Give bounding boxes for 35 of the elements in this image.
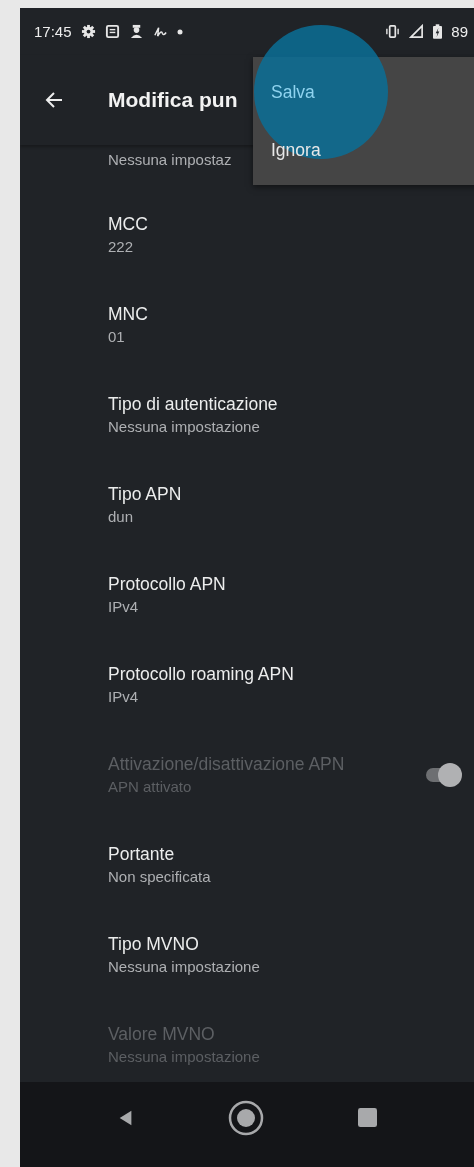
setting-summary: 222 (108, 238, 135, 255)
setting-title: Valore MVNO (108, 1024, 216, 1045)
setting-summary: Non specificata (108, 868, 212, 885)
setting-title[interactable]: Portante (108, 844, 464, 865)
setting-summary: IPv4 (108, 688, 139, 705)
battery-icon (433, 24, 443, 39)
setting-summary: 01 (108, 328, 126, 345)
back-arrow-icon[interactable] (44, 90, 64, 110)
setting-summary: IPv4 (108, 598, 139, 615)
setting-title[interactable]: MCC (108, 214, 464, 235)
setting-summary: dun (108, 508, 135, 525)
note-icon (104, 24, 120, 39)
setting-title[interactable]: Protocollo APN (108, 574, 464, 595)
battery-percent: 89 (451, 23, 468, 40)
gear-icon (80, 24, 96, 39)
dot-icon (176, 28, 183, 35)
menu-item[interactable]: Salva (253, 63, 474, 121)
setting-summary: Nessuna impostazione (108, 1048, 261, 1065)
setting-summary: Nessuna impostazione (108, 418, 261, 435)
setting-title[interactable]: MNC (108, 304, 464, 325)
menu-item[interactable]: Ignora (253, 121, 474, 179)
status-time: 17:45 (34, 23, 72, 40)
page-title: Modifica pun (108, 88, 238, 112)
square-icon[interactable] (358, 1108, 378, 1127)
setting-summary: APN attivato (108, 778, 193, 795)
setting-title[interactable]: Tipo APN (108, 484, 464, 505)
home-circle-icon[interactable] (228, 1099, 265, 1136)
setting-title: Attivazione/disattivazione APN (108, 754, 346, 775)
setting-summary: Nessuna impostazione (108, 958, 261, 975)
signal-icon (409, 24, 425, 39)
setting-title[interactable]: Protocollo roaming APN (108, 664, 464, 685)
setting-title[interactable]: Tipo di autenticazione (108, 394, 464, 415)
setting-summary: Nessuna impostaz (108, 151, 232, 168)
vibrate-icon (385, 24, 401, 39)
setting-title[interactable]: Tipo MVNO (108, 934, 464, 955)
